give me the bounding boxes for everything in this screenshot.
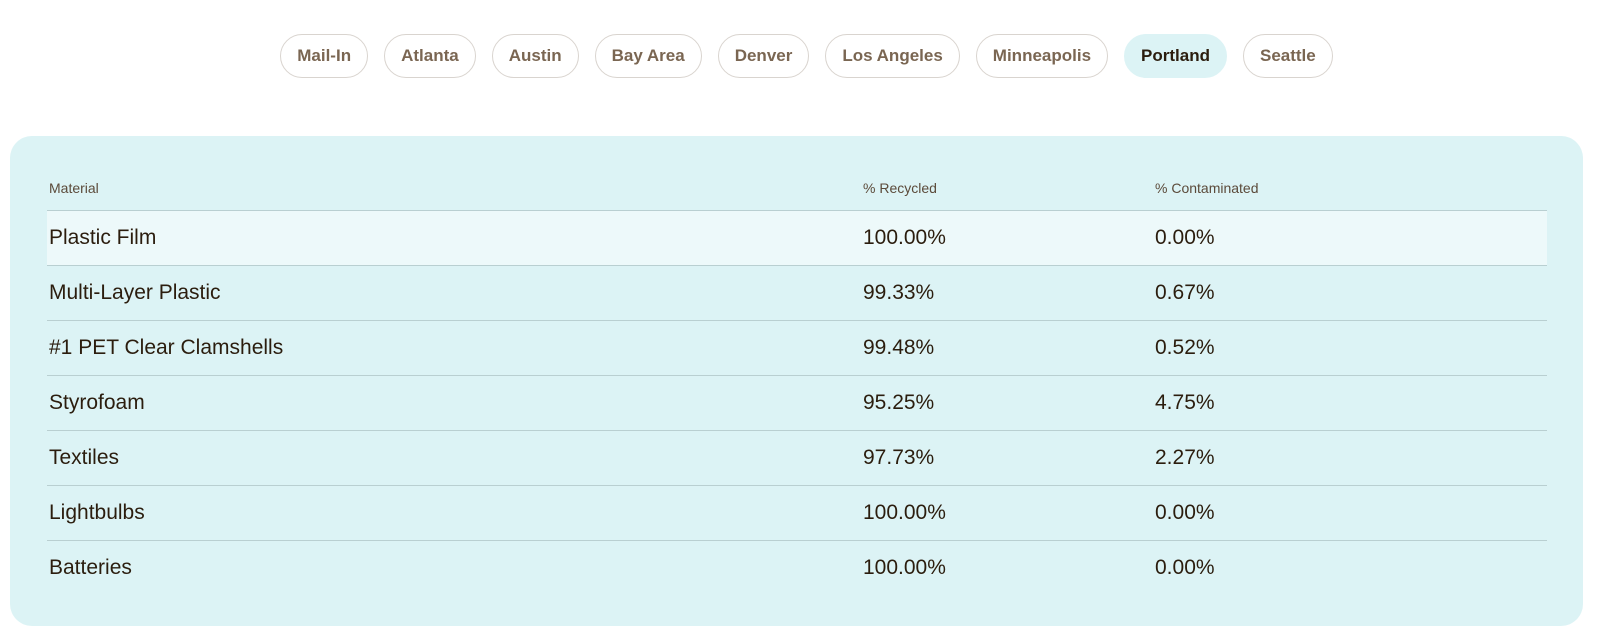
- table-row: Lightbulbs 100.00% 0.00%: [47, 486, 1547, 541]
- cell-recycled: 99.48%: [863, 336, 935, 359]
- table-row: Plastic Film 100.00% 0.00%: [47, 211, 1547, 266]
- tab-minneapolis[interactable]: Minneapolis: [975, 34, 1109, 78]
- tab-bay-area[interactable]: Bay Area: [594, 34, 702, 78]
- cell-contaminated: 0.00%: [1155, 226, 1215, 249]
- table-header: Material % Recycled % Contaminated: [47, 166, 1547, 211]
- tab-los-angeles[interactable]: Los Angeles: [825, 34, 960, 78]
- cell-contaminated: 0.00%: [1155, 501, 1215, 524]
- tab-austin[interactable]: Austin: [491, 34, 579, 78]
- cell-contaminated: 0.52%: [1155, 336, 1215, 359]
- tab-seattle[interactable]: Seattle: [1242, 34, 1333, 78]
- cell-contaminated: 4.75%: [1155, 391, 1215, 414]
- header-recycled: % Recycled: [863, 180, 937, 196]
- cell-material: Multi-Layer Plastic: [49, 281, 221, 304]
- table-row: #1 PET Clear Clamshells 99.48% 0.52%: [47, 321, 1547, 376]
- cell-material: Batteries: [49, 556, 132, 579]
- recycling-stats-table: Material % Recycled % Contaminated Plast…: [47, 166, 1547, 595]
- recycling-stats-panel: Material % Recycled % Contaminated Plast…: [10, 136, 1583, 626]
- city-tabs: Mail-In Atlanta Austin Bay Area Denver L…: [0, 33, 1601, 79]
- tab-portland[interactable]: Portland: [1124, 34, 1227, 78]
- cell-recycled: 100.00%: [863, 226, 946, 249]
- cell-recycled: 100.00%: [863, 556, 946, 579]
- cell-material: Textiles: [49, 446, 120, 469]
- cell-recycled: 95.25%: [863, 391, 935, 414]
- cell-recycled: 99.33%: [863, 281, 935, 304]
- cell-recycled: 97.73%: [863, 446, 935, 469]
- tab-denver[interactable]: Denver: [717, 34, 810, 78]
- cell-material: Lightbulbs: [49, 501, 145, 524]
- cell-contaminated: 0.67%: [1155, 281, 1215, 304]
- cell-contaminated: 2.27%: [1155, 446, 1215, 469]
- table-row: Styrofoam 95.25% 4.75%: [47, 376, 1547, 431]
- table-row: Multi-Layer Plastic 99.33% 0.67%: [47, 266, 1547, 321]
- table-row: Textiles 97.73% 2.27%: [47, 431, 1547, 486]
- cell-contaminated: 0.00%: [1155, 556, 1215, 579]
- cell-recycled: 100.00%: [863, 501, 946, 524]
- tab-atlanta[interactable]: Atlanta: [384, 34, 476, 78]
- table-row: Batteries 100.00% 0.00%: [47, 541, 1547, 595]
- header-material: Material: [49, 180, 99, 196]
- cell-material: Plastic Film: [49, 226, 157, 249]
- cell-material: Styrofoam: [49, 391, 145, 414]
- cell-material: #1 PET Clear Clamshells: [49, 336, 284, 359]
- header-contaminated: % Contaminated: [1155, 180, 1259, 196]
- tab-mail-in[interactable]: Mail-In: [280, 34, 369, 78]
